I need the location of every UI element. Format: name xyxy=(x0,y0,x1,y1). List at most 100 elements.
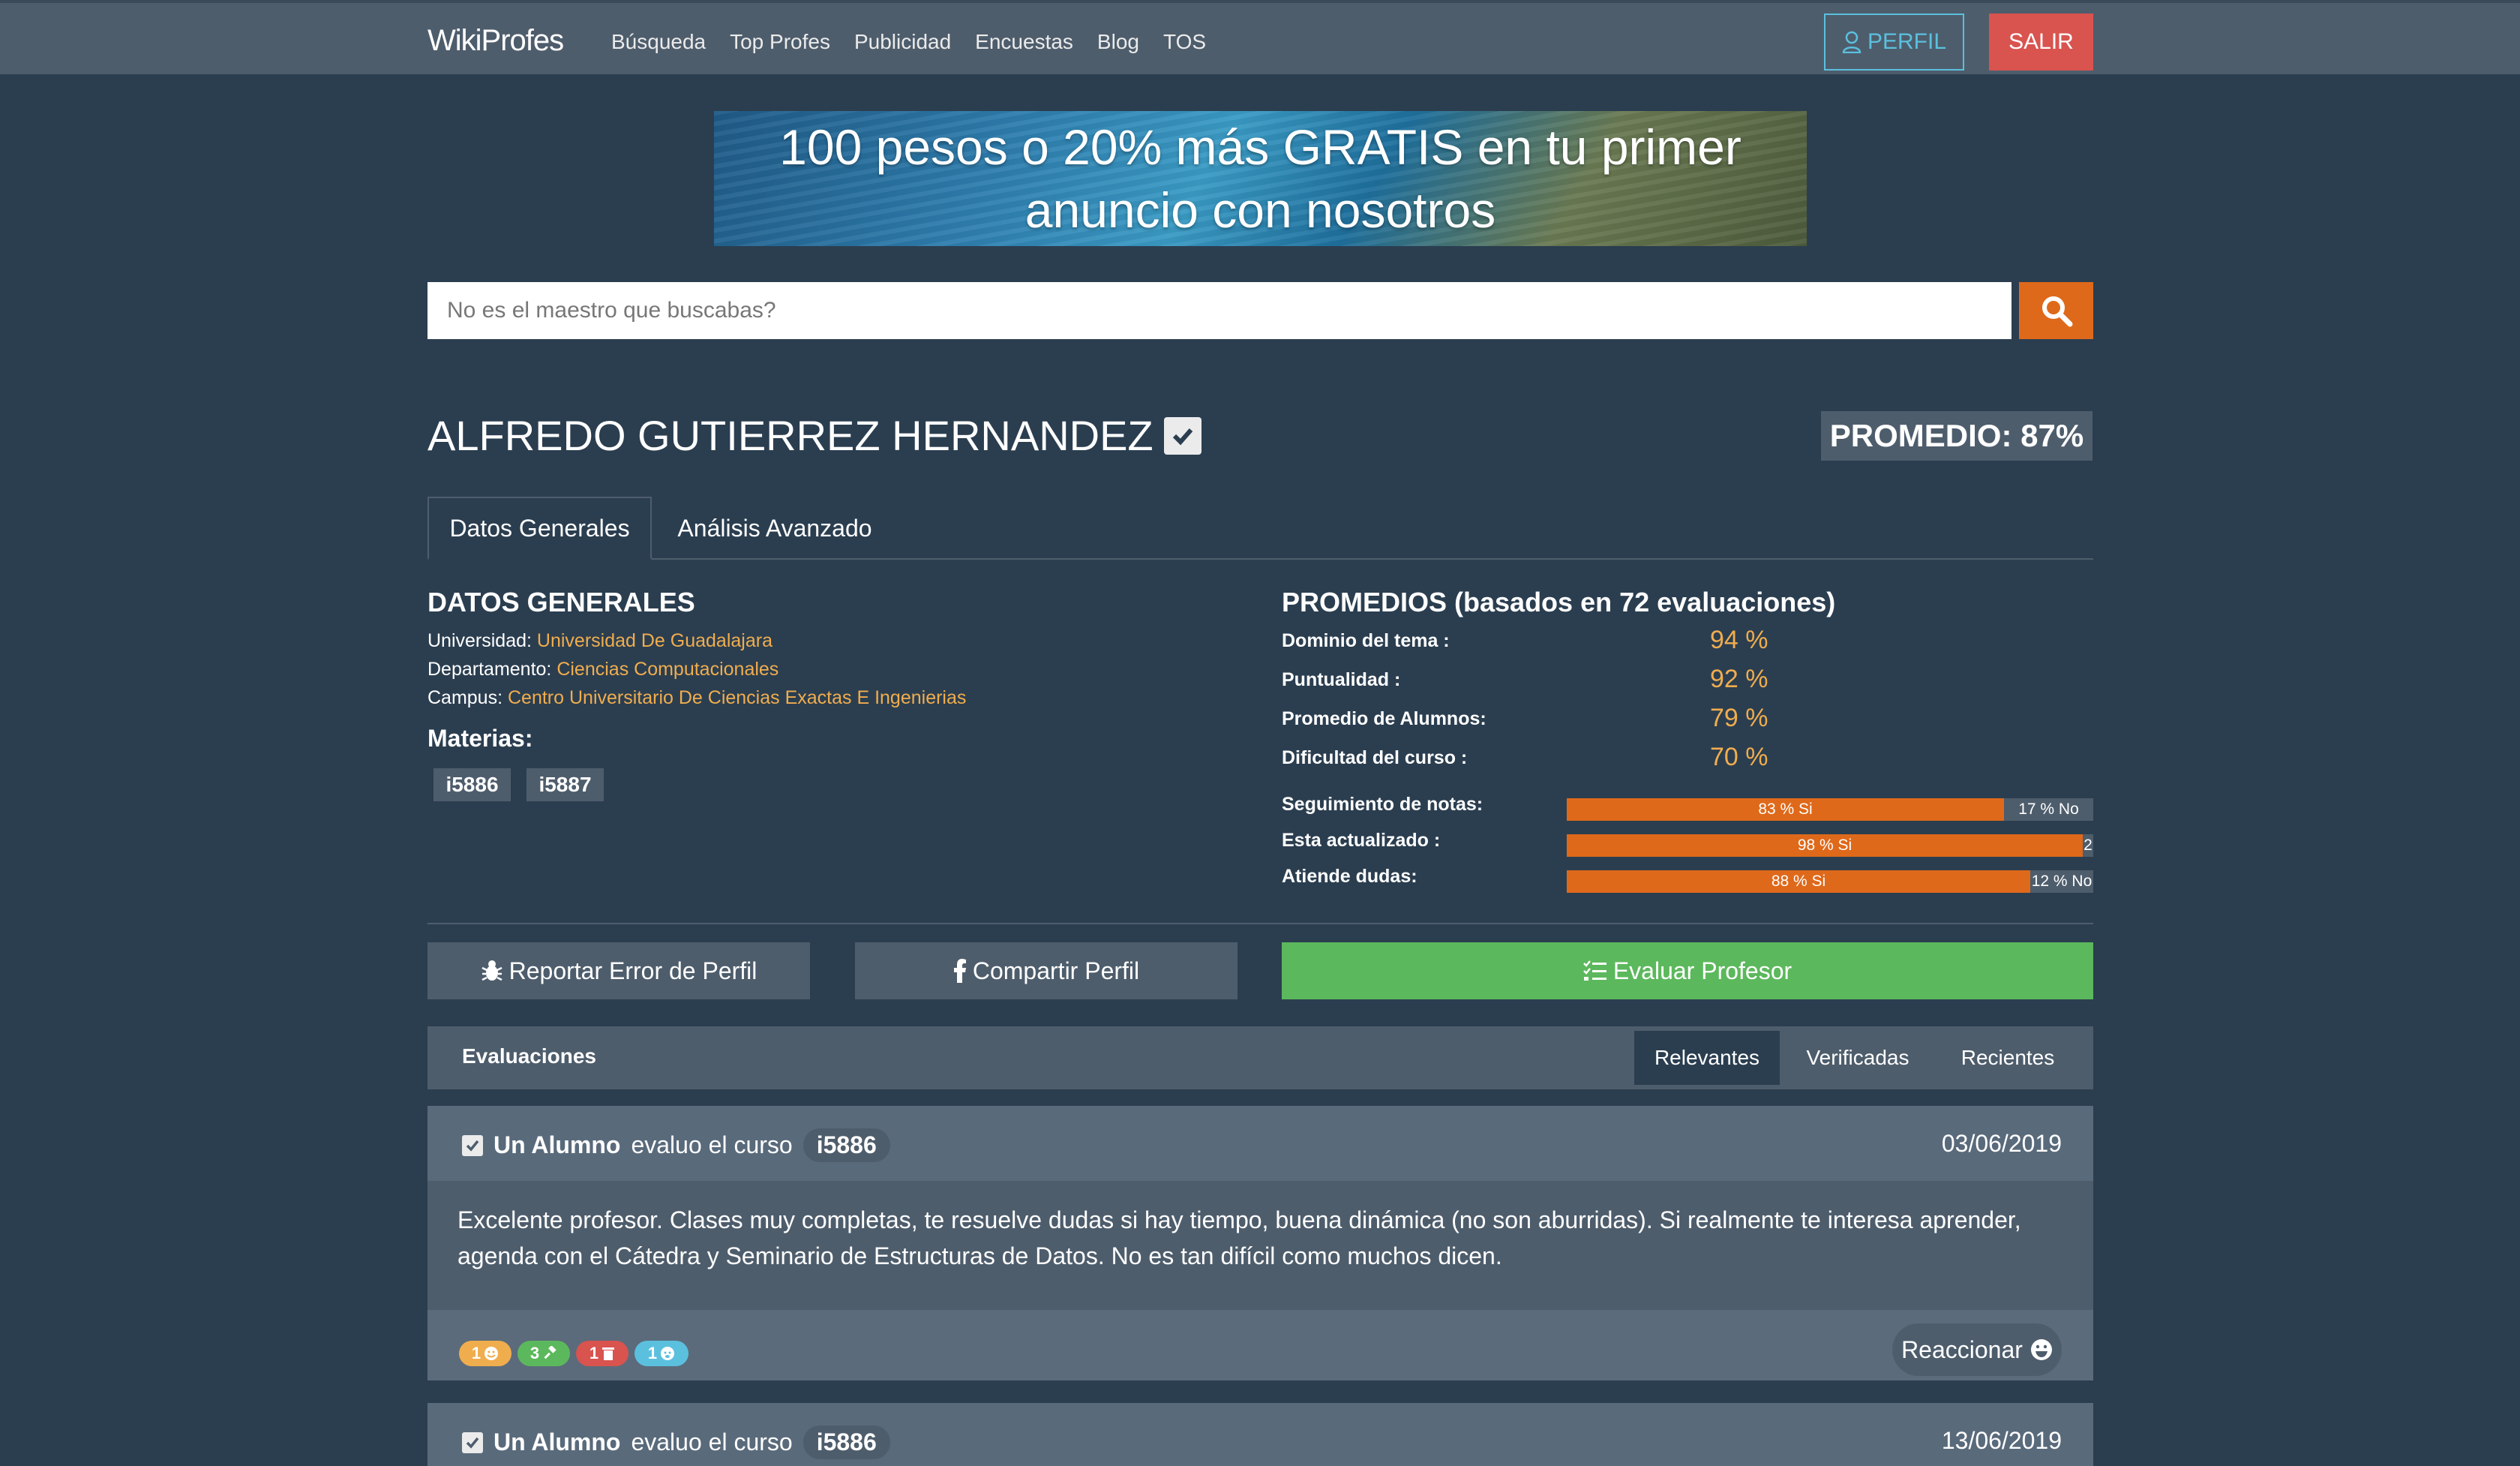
nav-link-encuestas[interactable]: Encuestas xyxy=(975,30,1073,54)
perfil-button[interactable]: PERFIL xyxy=(1824,14,1964,71)
reaction-count: 3 xyxy=(530,1344,540,1362)
campus-link[interactable]: Centro Universitario De Ciencias Exactas… xyxy=(508,687,966,708)
nav-link-busqueda[interactable]: Búsqueda xyxy=(611,30,706,54)
bar-yes-segment: 98 % Si xyxy=(1567,834,2083,857)
stat-value-promedio-alumnos: 79 % xyxy=(1710,704,1768,732)
review-text: Excelente profesor. Clases muy completas… xyxy=(458,1206,2021,1269)
campus-line: Campus: Centro Universitario De Ciencias… xyxy=(428,687,966,709)
reaccionar-label: Reaccionar xyxy=(1901,1335,2023,1363)
banner-line-2: anuncio con nosotros xyxy=(1024,182,1496,238)
professor-name: ALFREDO GUTIERREZ HERNANDEZ xyxy=(428,411,1202,460)
ad-banner[interactable]: 100 pesos o 20% más GRATIS en tu primer … xyxy=(714,111,1807,246)
check-square-icon xyxy=(1163,416,1202,455)
top-navbar: WikiProfes Búsqueda Top Profes Publicida… xyxy=(0,0,2520,74)
datos-generales-title: DATOS GENERALES xyxy=(428,587,695,617)
tab-analisis-avanzado[interactable]: Análisis Avanzado xyxy=(664,497,885,560)
progress-bar-actualizado: 98 % Si 2 xyxy=(1567,834,2093,857)
universidad-label: Universidad: xyxy=(428,630,532,651)
stat-value-puntualidad: 92 % xyxy=(1710,665,1768,693)
filter-relevantes[interactable]: Relevantes xyxy=(1634,1031,1780,1085)
review-date: 03/06/2019 xyxy=(1941,1130,2062,1157)
materia-chip[interactable]: i5887 xyxy=(526,768,604,801)
search-icon xyxy=(2042,296,2072,327)
filter-verificadas[interactable]: Verificadas xyxy=(1785,1031,1930,1085)
departamento-line: Departamento: Ciencias Computacionales xyxy=(428,659,778,680)
perfil-label: PERFIL xyxy=(1867,29,1947,54)
gavel-icon xyxy=(544,1346,556,1359)
compartir-label: Compartir Perfil xyxy=(972,957,1140,984)
reaction-badge-gavel[interactable]: 3 xyxy=(518,1341,570,1366)
facebook-icon xyxy=(953,959,966,983)
review-course-chip[interactable]: i5886 xyxy=(802,1128,890,1162)
tab-datos-generales[interactable]: Datos Generales xyxy=(428,497,652,560)
evaluaciones-header: Evaluaciones Relevantes Verificadas Reci… xyxy=(428,1026,2093,1089)
bar-no-segment: 12 % No xyxy=(2031,873,2092,890)
compartir-perfil-button[interactable]: Compartir Perfil xyxy=(855,942,1238,999)
angry-face-icon xyxy=(661,1347,675,1360)
universidad-link[interactable]: Universidad De Guadalajara xyxy=(537,630,772,651)
review-course-chip[interactable]: i5886 xyxy=(802,1425,890,1459)
review-author: Un Alumno xyxy=(494,1131,621,1158)
evaluaciones-title: Evaluaciones xyxy=(462,1044,596,1068)
reaction-count: 1 xyxy=(647,1344,658,1362)
nav-link-top-profes[interactable]: Top Profes xyxy=(730,30,830,54)
campus-label: Campus: xyxy=(428,687,503,708)
stat-value-dominio: 94 % xyxy=(1710,626,1768,654)
stat-value-dificultad: 70 % xyxy=(1710,743,1768,771)
salir-button[interactable]: SALIR xyxy=(1989,14,2093,71)
reportar-label: Reportar Error de Perfil xyxy=(508,957,758,984)
stat-label-dominio: Dominio del tema : xyxy=(1282,630,1450,651)
stat-label-promedio-alumnos: Promedio de Alumnos: xyxy=(1282,708,1486,729)
evaluar-label: Evaluar Profesor xyxy=(1612,957,1792,984)
bar-label-dudas: Atiende dudas: xyxy=(1282,866,1418,887)
list-icon xyxy=(1582,960,1606,981)
trash-icon xyxy=(602,1347,615,1360)
profile-tabs: Datos Generales Análisis Avanzado xyxy=(428,497,2093,560)
review-card-header: Un Alumno evaluo el curso i5886 03/06/20… xyxy=(428,1106,2093,1181)
progress-bar-dudas: 88 % Si 12 % No xyxy=(1567,870,2093,893)
nav-link-blog[interactable]: Blog xyxy=(1097,30,1139,54)
section-divider xyxy=(428,923,2093,924)
stat-label-dificultad: Dificultad del curso : xyxy=(1282,747,1468,768)
user-icon xyxy=(1842,31,1862,53)
evaluar-profesor-button[interactable]: Evaluar Profesor xyxy=(1282,942,2093,999)
search-input[interactable] xyxy=(428,282,2012,339)
reportar-error-button[interactable]: Reportar Error de Perfil xyxy=(428,942,810,999)
review-author: Un Alumno xyxy=(494,1428,621,1455)
bar-no-segment: 17 % No xyxy=(2018,801,2079,818)
nav-link-tos[interactable]: TOS xyxy=(1163,30,1206,54)
bar-no-segment: 2 xyxy=(2084,837,2092,854)
reaction-badge-trash[interactable]: 1 xyxy=(576,1341,628,1366)
review-card: Un Alumno evaluo el curso i5886 13/06/20… xyxy=(428,1403,2093,1466)
bug-icon xyxy=(482,960,502,981)
reaction-badge-angry[interactable]: 1 xyxy=(634,1341,688,1366)
departamento-label: Departamento: xyxy=(428,659,552,680)
professor-name-text: ALFREDO GUTIERREZ HERNANDEZ xyxy=(428,412,1154,459)
materia-chip[interactable]: i5886 xyxy=(434,768,511,801)
bar-yes-segment: 88 % Si xyxy=(1567,870,2030,893)
smile-icon xyxy=(484,1347,499,1360)
review-author-line: Un Alumno evaluo el curso i5886 xyxy=(462,1128,890,1162)
promedio-badge: PROMEDIO: 87% xyxy=(1821,411,2092,461)
review-card-header: Un Alumno evaluo el curso i5886 13/06/20… xyxy=(428,1403,2093,1466)
reaction-count: 1 xyxy=(589,1344,599,1362)
brand-logo[interactable]: WikiProfes xyxy=(428,24,564,58)
review-action: evaluo el curso xyxy=(631,1131,793,1158)
reaction-badge-smile[interactable]: 1 xyxy=(459,1341,512,1366)
reaction-count: 1 xyxy=(471,1344,482,1362)
review-action: evaluo el curso xyxy=(631,1428,793,1455)
nav-link-publicidad[interactable]: Publicidad xyxy=(854,30,951,54)
salir-label: SALIR xyxy=(2008,29,2074,54)
departamento-link[interactable]: Ciencias Computacionales xyxy=(556,659,778,680)
reaccionar-button[interactable]: Reaccionar xyxy=(1892,1323,2062,1376)
check-square-icon xyxy=(462,1134,483,1156)
review-card-footer: 1 3 1 1 Reaccionar xyxy=(428,1310,2093,1380)
review-date: 13/06/2019 xyxy=(1941,1427,2062,1454)
banner-text: 100 pesos o 20% más GRATIS en tu primer … xyxy=(714,111,1807,246)
nav-links: Búsqueda Top Profes Publicidad Encuestas… xyxy=(611,30,1206,54)
bar-label-actualizado: Esta actualizado : xyxy=(1282,830,1441,851)
bar-label-seguimiento: Seguimiento de notas: xyxy=(1282,794,1484,815)
universidad-line: Universidad: Universidad De Guadalajara xyxy=(428,630,772,652)
filter-recientes[interactable]: Recientes xyxy=(1935,1031,2080,1085)
search-button[interactable] xyxy=(2019,282,2093,339)
